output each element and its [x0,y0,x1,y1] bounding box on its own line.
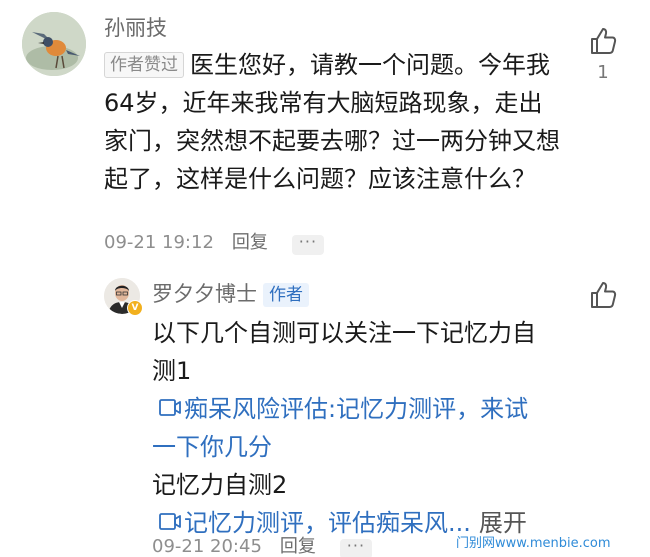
comment-timestamp: 09-21 19:12 [104,232,214,253]
video-link-icon [159,513,181,530]
comment-text: 作者赞过 医生您好，请教一个问题。今年我64岁，近年来我常有大脑短路现象，走出家门… [104,46,564,198]
thumbs-up-icon [591,28,617,54]
reply-username-row: 罗夕夕博士 作者 [152,280,309,308]
reply-text-line: 记忆力自测2 [152,471,288,499]
reply-text-line: 测1 [152,357,192,385]
avatar[interactable] [22,12,86,76]
like-count: 1 [597,62,609,83]
verified-v-icon: V [127,300,143,316]
reply-meta: 09-21 20:45 回复 ··· [152,535,372,557]
reply-avatar[interactable]: V [104,278,143,316]
link-text: 痴呆风险评估:记忆力测评，来试 [184,395,529,423]
reply-text-line: 以下几个自测可以关注一下记忆力自 [152,319,536,347]
reply-button[interactable]: 回复 [232,232,268,253]
reply-timestamp: 09-21 20:45 [152,536,262,557]
reply-like-button[interactable] [583,280,623,314]
reply-username[interactable]: 罗夕夕博士 [152,282,257,306]
like-button[interactable]: 1 [583,26,623,84]
reply-body: 以下几个自测可以关注一下记忆力自 测1 痴呆风险评估:记忆力测评，来试 一下你几… [152,314,572,542]
comment-meta: 09-21 19:12 回复 ··· [104,231,324,255]
author-badge: 作者 [263,283,309,307]
bird-avatar-icon [22,12,86,76]
assessment-link-1-continued[interactable]: 一下你几分 [152,428,572,466]
more-options-button[interactable]: ··· [339,538,372,557]
comment-username[interactable]: 孙丽技 [104,14,167,42]
thumbs-up-icon [591,282,617,308]
assessment-link-1[interactable]: 痴呆风险评估:记忆力测评，来试 [158,390,572,428]
comment-thread: 孙丽技 作者赞过 医生您好，请教一个问题。今年我64岁，近年来我常有大脑短路现象，… [0,0,650,557]
author-liked-badge: 作者赞过 [104,52,184,78]
watermark: 门别网www.menbie.com [456,536,611,551]
video-link-icon [159,399,181,416]
reply-button[interactable]: 回复 [280,536,316,557]
link-text: 记忆力测评，评估痴呆风... [184,509,471,537]
more-options-button[interactable]: ··· [291,234,324,255]
